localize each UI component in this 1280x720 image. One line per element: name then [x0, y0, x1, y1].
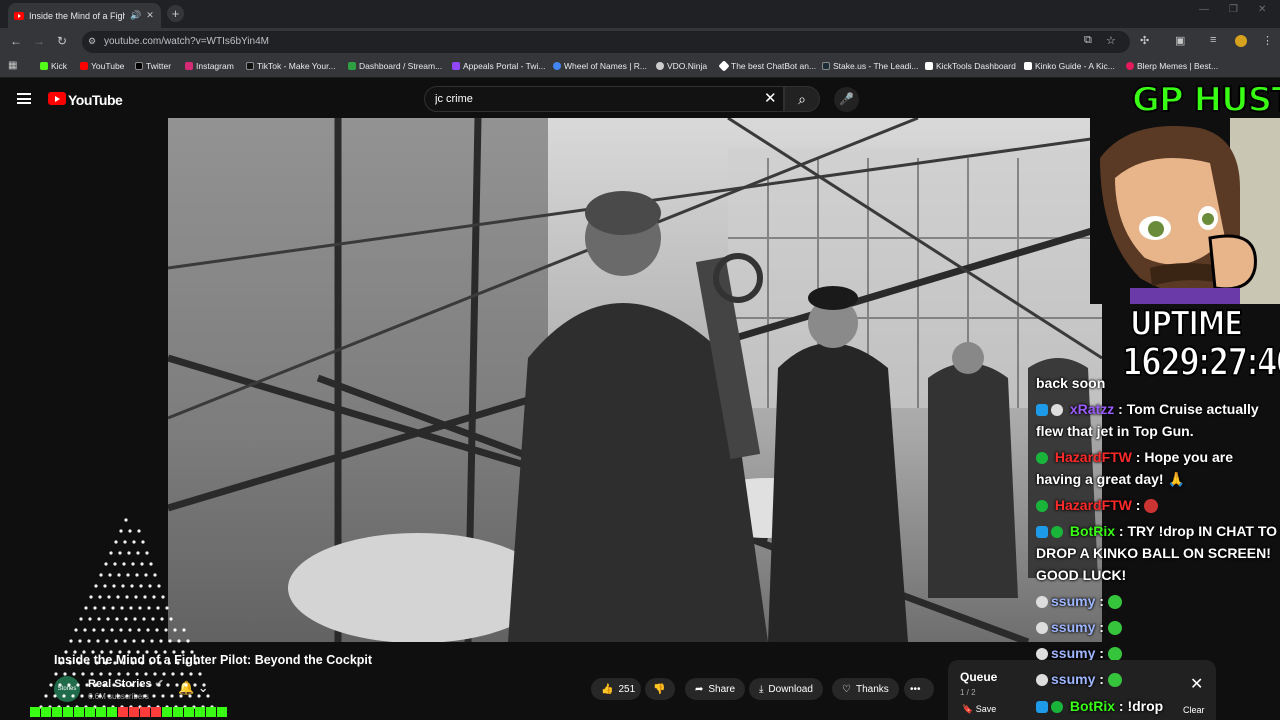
- chat-message-continuation: GOOD LUCK!: [1036, 567, 1127, 583]
- bookmark-kinko[interactable]: Kinko Guide - A Kic...: [1024, 61, 1115, 71]
- emote-icon: [1107, 595, 1122, 610]
- minimize-icon[interactable]: —: [1199, 4, 1209, 15]
- thumbs-up-icon: 👍: [601, 683, 614, 695]
- bookmark-tiktok[interactable]: TikTok - Make Your...: [246, 61, 336, 71]
- thumbs-down-icon: 👎: [653, 683, 666, 695]
- site-info-icon[interactable]: ⚙: [88, 36, 96, 47]
- bookmark-wheel[interactable]: Wheel of Names | R...: [553, 61, 647, 71]
- extensions-icon[interactable]: ✣: [1140, 34, 1149, 47]
- queue-title: Queue: [960, 670, 998, 684]
- chat-message-continuation: having a great day! 🙏: [1036, 471, 1185, 487]
- youtube-logo-icon[interactable]: [48, 92, 66, 105]
- chat-message: HazardFTW :: [1036, 494, 1159, 516]
- like-button[interactable]: 👍 251: [591, 678, 641, 700]
- queue-close-icon[interactable]: ✕: [1190, 674, 1203, 694]
- apps-grid-icon[interactable]: ▦: [8, 60, 17, 71]
- bookmark-appeals[interactable]: Appeals Portal - Twi...: [452, 61, 546, 71]
- bookmark-kicktools[interactable]: KickTools Dashboard: [925, 61, 1016, 71]
- share-button[interactable]: ➦ Share: [685, 678, 746, 700]
- reload-icon[interactable]: ↻: [57, 34, 67, 48]
- badge-icon: [1036, 622, 1048, 635]
- share-icon: ➦: [695, 683, 704, 695]
- thanks-button[interactable]: ♡ Thanks: [832, 678, 899, 700]
- emote-icon: [1107, 673, 1122, 688]
- restore-icon[interactable]: ❐: [1229, 4, 1238, 15]
- verified-badge-icon: [1036, 452, 1048, 465]
- chat-message: BotRix : TRY !drop IN CHAT TO: [1036, 520, 1277, 542]
- profile-avatar[interactable]: [1235, 35, 1247, 47]
- menu-kebab-icon[interactable]: ⋮: [1262, 34, 1273, 47]
- speaker-icon[interactable]: 🔊: [130, 10, 141, 21]
- tab-title: Inside the Mind of a Fighter: [29, 10, 125, 21]
- badge-icon: [1036, 674, 1048, 687]
- chat-message: BotRix : !drop: [1036, 695, 1163, 717]
- search-button[interactable]: ⌕: [784, 86, 820, 112]
- badge-icon: [1036, 404, 1048, 417]
- microphone-icon[interactable]: 🎤: [834, 87, 859, 112]
- uptime-label: UPTIME: [1129, 303, 1244, 345]
- chat-message: back soon: [1036, 375, 1106, 391]
- browser-tab[interactable]: Inside the Mind of a Fighter 🔊 ✕: [8, 3, 161, 28]
- bookmark-stake[interactable]: Stake.us - The Leadi...: [822, 61, 918, 71]
- chat-message: ssumy :: [1036, 590, 1122, 612]
- bookmark-dashboard[interactable]: Dashboard / Stream...: [348, 61, 442, 71]
- chat-message: xRatzz : Tom Cruise actually: [1036, 398, 1259, 420]
- bookmark-blerp[interactable]: Blerp Memes | Best...: [1126, 61, 1218, 71]
- search-input[interactable]: [424, 86, 784, 112]
- chat-message: ssumy :: [1036, 616, 1122, 638]
- back-icon[interactable]: ←: [10, 34, 22, 48]
- clear-search-icon[interactable]: ✕: [764, 89, 777, 107]
- uptime-value: 1629:27:40: [1121, 339, 1280, 385]
- download-icon: ⤓: [759, 683, 764, 695]
- badge-icon: [1051, 404, 1063, 417]
- cast-icon[interactable]: ⧉: [1084, 34, 1092, 47]
- close-window-icon[interactable]: ✕: [1258, 4, 1266, 15]
- bot-badge-icon: [1036, 526, 1048, 539]
- new-tab-button[interactable]: +: [167, 5, 184, 22]
- dot-pattern-overlay: [39, 518, 214, 709]
- bookmark-chatbot[interactable]: The best ChatBot an...: [718, 60, 816, 72]
- dislike-button[interactable]: 👎: [645, 678, 675, 700]
- verified-badge-icon: [1051, 526, 1063, 539]
- thanks-icon: ♡: [842, 683, 851, 695]
- bookmark-kick[interactable]: Kick: [40, 61, 67, 71]
- download-button[interactable]: ⤓ Download: [749, 678, 823, 700]
- playlist-icon[interactable]: ≡: [1210, 34, 1216, 46]
- chat-message-continuation: flew that jet in Top Gun.: [1036, 423, 1194, 439]
- chat-message: ssumy :: [1036, 668, 1122, 690]
- badge-icon: [1036, 648, 1048, 661]
- queue-clear-button[interactable]: Clear: [1183, 705, 1205, 715]
- url-text[interactable]: youtube.com/watch?v=WTIs6bYin4M: [104, 36, 269, 47]
- bot-badge-icon: [1036, 701, 1048, 714]
- verified-badge-icon: [1051, 701, 1063, 714]
- verified-badge-icon: [1036, 500, 1048, 513]
- emote-icon: [1107, 621, 1122, 636]
- video-frame-image: [168, 118, 1102, 642]
- chat-message: HazardFTW : Hope you are: [1036, 446, 1233, 468]
- video-player[interactable]: [168, 118, 1102, 642]
- bookmark-star-icon[interactable]: ☆: [1106, 34, 1116, 47]
- tab-close-icon[interactable]: ✕: [146, 10, 154, 21]
- youtube-logo-text[interactable]: YouTube: [68, 92, 123, 108]
- hamburger-menu-icon[interactable]: [17, 93, 31, 104]
- bookmark-vdoninja[interactable]: VDO.Ninja: [656, 61, 707, 71]
- queue-position: 1 / 2: [960, 688, 976, 697]
- bookmark-instagram[interactable]: Instagram: [185, 61, 234, 71]
- more-actions-button[interactable]: •••: [904, 678, 934, 700]
- color-swatch-row: [30, 707, 227, 717]
- bookmark-icon: 🔖: [962, 704, 974, 714]
- queue-save-button[interactable]: 🔖 Save: [962, 704, 996, 715]
- bookmark-youtube[interactable]: YouTube: [80, 61, 124, 71]
- overlay-title: GP HUSTLA: [1131, 79, 1280, 121]
- media-icon[interactable]: ▣: [1175, 34, 1185, 47]
- tab-strip: [0, 0, 1280, 28]
- streamer-avatar-image: [1090, 118, 1280, 304]
- badge-icon: [1036, 596, 1048, 609]
- youtube-favicon-icon: [14, 11, 24, 20]
- bookmark-twitter[interactable]: Twitter: [135, 61, 171, 71]
- chat-message-continuation: DROP A KINKO BALL ON SCREEN!: [1036, 545, 1271, 561]
- forward-icon[interactable]: →: [33, 34, 45, 48]
- emote-icon: [1144, 499, 1159, 514]
